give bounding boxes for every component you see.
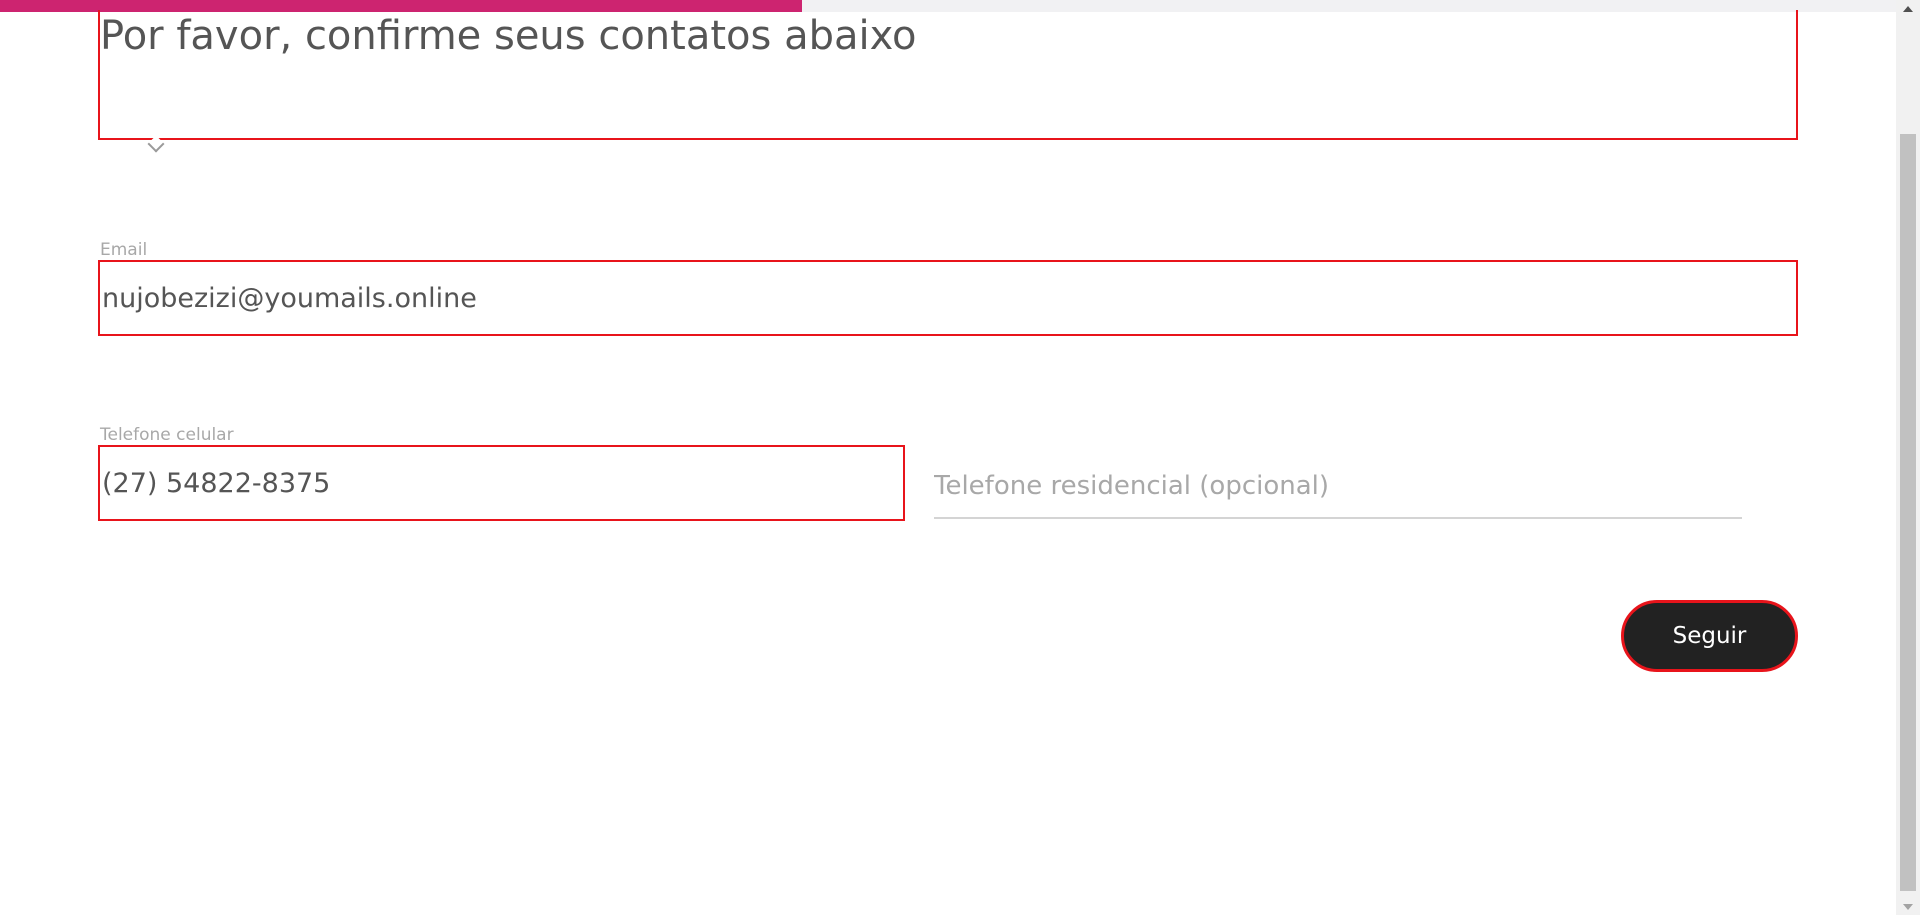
mobile-phone-label: Telefone celular bbox=[100, 425, 234, 445]
email-field[interactable] bbox=[98, 260, 1798, 336]
scroll-up-icon[interactable] bbox=[1896, 0, 1920, 17]
scroll-down-icon[interactable] bbox=[1896, 898, 1920, 915]
scrollbar-thumb[interactable] bbox=[1900, 134, 1916, 891]
email-label: Email bbox=[100, 240, 148, 260]
vertical-scrollbar[interactable] bbox=[1896, 0, 1920, 915]
page: Por favor, confirme seus contatos abaixo… bbox=[0, 0, 1920, 915]
home-phone-field[interactable] bbox=[934, 455, 1742, 519]
page-title: Por favor, confirme seus contatos abaixo bbox=[100, 13, 917, 59]
mobile-phone-field[interactable] bbox=[98, 445, 905, 521]
continue-button[interactable]: Seguir bbox=[1621, 600, 1798, 672]
